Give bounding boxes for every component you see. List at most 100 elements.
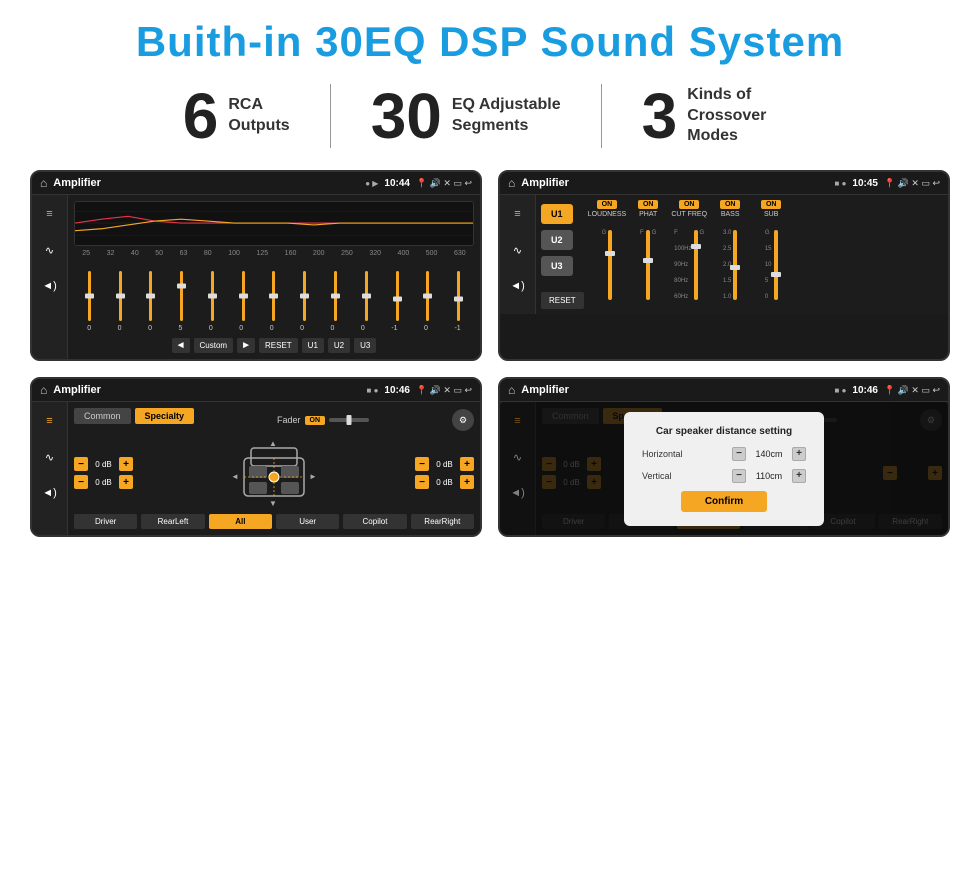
eq-u1-button[interactable]: U1 xyxy=(302,338,324,353)
dialog-horizontal-minus[interactable]: − xyxy=(732,447,746,461)
vol-rl-plus[interactable]: + xyxy=(119,475,133,489)
vol-right-group: − 0 dB + − 0 dB + xyxy=(415,457,474,489)
eq-custom-button[interactable]: Custom xyxy=(194,338,234,353)
ch-slider-loudness[interactable]: G xyxy=(602,220,613,300)
status-time-3: 10:46 xyxy=(384,385,410,396)
dot-icons-3: ■ ● xyxy=(367,386,379,395)
status-bar-2: ⌂ Amplifier ■ ● 10:45 📍 🔊 ✕ ▭ ↩ xyxy=(500,172,948,195)
vol-fr-plus[interactable]: + xyxy=(460,457,474,471)
app-name-2: Amplifier xyxy=(521,177,828,189)
eq-slider-10[interactable] xyxy=(396,271,399,321)
left-sidebar-2: ≡ ∿ ◄) xyxy=(500,195,536,314)
eq-slider-2[interactable] xyxy=(149,271,152,321)
home-icon-3[interactable]: ⌂ xyxy=(40,383,47,397)
vol-rr-plus[interactable]: + xyxy=(460,475,474,489)
ch-bass: ON BASS 3.02.52.01.51.0 xyxy=(711,200,749,300)
fader-content: Common Specialty Fader ON ⚙ xyxy=(68,402,480,535)
ch-cutfreq: ON CUT FREQ F100Hz90Hz80Hz60Hz G xyxy=(670,200,708,300)
crossover-main: ON LOUDNESS G ON PHAT F xyxy=(588,200,943,309)
screen-crossover: ⌂ Amplifier ■ ● 10:45 📍 🔊 ✕ ▭ ↩ ≡ ∿ ◄) xyxy=(498,170,950,361)
dialog-horizontal-plus[interactable]: + xyxy=(792,447,806,461)
ch-slider-cutfreq[interactable]: F100Hz90Hz80Hz60Hz G xyxy=(674,220,704,300)
fader-main-area: − 0 dB + − 0 dB + xyxy=(74,438,474,508)
ch-on-bass: ON xyxy=(720,200,741,209)
speaker-icon-3[interactable]: ◄) xyxy=(39,482,61,504)
btn-user[interactable]: User xyxy=(276,514,339,529)
eq-reset-button[interactable]: RESET xyxy=(259,338,298,353)
eq-slider-11[interactable] xyxy=(426,271,429,321)
eq-slider-6[interactable] xyxy=(272,271,275,321)
ch-on-loudness: ON xyxy=(597,200,618,209)
btn-driver[interactable]: Driver xyxy=(74,514,137,529)
eq-slider-5[interactable] xyxy=(242,271,245,321)
dialog-vertical-minus[interactable]: − xyxy=(732,469,746,483)
eq-u2-button[interactable]: U2 xyxy=(328,338,350,353)
vol-fl-value: 0 dB xyxy=(91,460,116,469)
eq-slider-9[interactable] xyxy=(365,271,368,321)
eq-icon[interactable]: ≡ xyxy=(39,203,61,225)
u2-select-button[interactable]: U2 xyxy=(541,230,573,250)
eq-slider-1[interactable] xyxy=(119,271,122,321)
ch-slider-phat[interactable]: F G xyxy=(640,220,656,300)
btn-rearleft[interactable]: RearLeft xyxy=(141,514,204,529)
home-icon[interactable]: ⌂ xyxy=(40,176,47,190)
screens-grid: ⌂ Amplifier ● ▶ 10:44 📍 🔊 ✕ ▭ ↩ ≡ ∿ ◄) xyxy=(30,170,950,537)
settings-icon[interactable]: ⚙ xyxy=(452,409,474,431)
wave-icon[interactable]: ∿ xyxy=(39,239,61,261)
confirm-button[interactable]: Confirm xyxy=(681,491,767,512)
eq-slider-7[interactable] xyxy=(303,271,306,321)
eq-u3-button[interactable]: U3 xyxy=(354,338,376,353)
eq-icon-2[interactable]: ≡ xyxy=(507,203,529,225)
vol-rr-minus[interactable]: − xyxy=(415,475,429,489)
eq-slider-8[interactable] xyxy=(334,271,337,321)
screen-body-1: ≡ ∿ ◄) xyxy=(32,195,480,359)
vol-left-group: − 0 dB + − 0 dB + xyxy=(74,457,133,489)
speaker-icon-2[interactable]: ◄) xyxy=(507,275,529,297)
vol-fl-minus[interactable]: − xyxy=(74,457,88,471)
tab-specialty[interactable]: Specialty xyxy=(135,408,195,424)
status-time-2: 10:45 xyxy=(852,178,878,189)
crossover-content: U1 U2 U3 RESET ON LOUDNESS G xyxy=(536,195,948,314)
eq-prev-button[interactable]: ◄ xyxy=(172,338,190,353)
ch-slider-sub[interactable]: G151050 xyxy=(765,220,778,300)
wave-icon-2[interactable]: ∿ xyxy=(507,239,529,261)
eq-next-button[interactable]: ► xyxy=(237,338,255,353)
eq-slider-3[interactable] xyxy=(180,271,183,321)
fader-tabs: Common Specialty xyxy=(74,408,194,424)
u3-select-button[interactable]: U3 xyxy=(541,256,573,276)
vol-fr-value: 0 dB xyxy=(432,460,457,469)
stats-row: 6 RCA Outputs 30 EQ Adjustable Segments … xyxy=(30,84,950,148)
vol-rr-value: 0 dB xyxy=(432,478,457,487)
vol-fr-minus[interactable]: − xyxy=(415,457,429,471)
fader-track-h[interactable] xyxy=(329,418,369,422)
status-icons-1: 📍 🔊 ✕ ▭ ↩ xyxy=(416,178,472,189)
speaker-icon[interactable]: ◄) xyxy=(39,275,61,297)
wave-icon-3[interactable]: ∿ xyxy=(39,446,61,468)
dialog-vertical-value: 110cm xyxy=(750,471,788,481)
app-name-3: Amplifier xyxy=(53,384,360,396)
fader-on-badge: ON xyxy=(305,416,326,425)
btn-copilot[interactable]: Copilot xyxy=(343,514,406,529)
btn-rearright[interactable]: RearRight xyxy=(411,514,474,529)
home-icon-4[interactable]: ⌂ xyxy=(508,383,515,397)
dot-icons-1: ● ▶ xyxy=(365,179,378,188)
status-time-1: 10:44 xyxy=(384,178,410,189)
app-name-4: Amplifier xyxy=(521,384,828,396)
u1-select-button[interactable]: U1 xyxy=(541,204,573,224)
eq-slider-0[interactable] xyxy=(88,271,91,321)
status-icons-3: 📍 🔊 ✕ ▭ ↩ xyxy=(416,385,472,396)
vol-fl-plus[interactable]: + xyxy=(119,457,133,471)
eq-slider-12[interactable] xyxy=(457,271,460,321)
eq-slider-4[interactable] xyxy=(211,271,214,321)
btn-all[interactable]: All xyxy=(209,514,272,529)
home-icon-2[interactable]: ⌂ xyxy=(508,176,515,190)
crossover-reset-button[interactable]: RESET xyxy=(541,292,584,309)
eq-icon-3[interactable]: ≡ xyxy=(39,410,61,432)
dialog-row-horizontal: Horizontal − 140cm + xyxy=(642,447,806,461)
vol-rl-minus[interactable]: − xyxy=(74,475,88,489)
dialog-vertical-plus[interactable]: + xyxy=(792,469,806,483)
fader-label: Fader xyxy=(277,415,301,425)
tab-common[interactable]: Common xyxy=(74,408,131,424)
ch-slider-bass[interactable]: 3.02.52.01.51.0 xyxy=(723,220,737,300)
stat-number-eq: 30 xyxy=(371,84,442,148)
